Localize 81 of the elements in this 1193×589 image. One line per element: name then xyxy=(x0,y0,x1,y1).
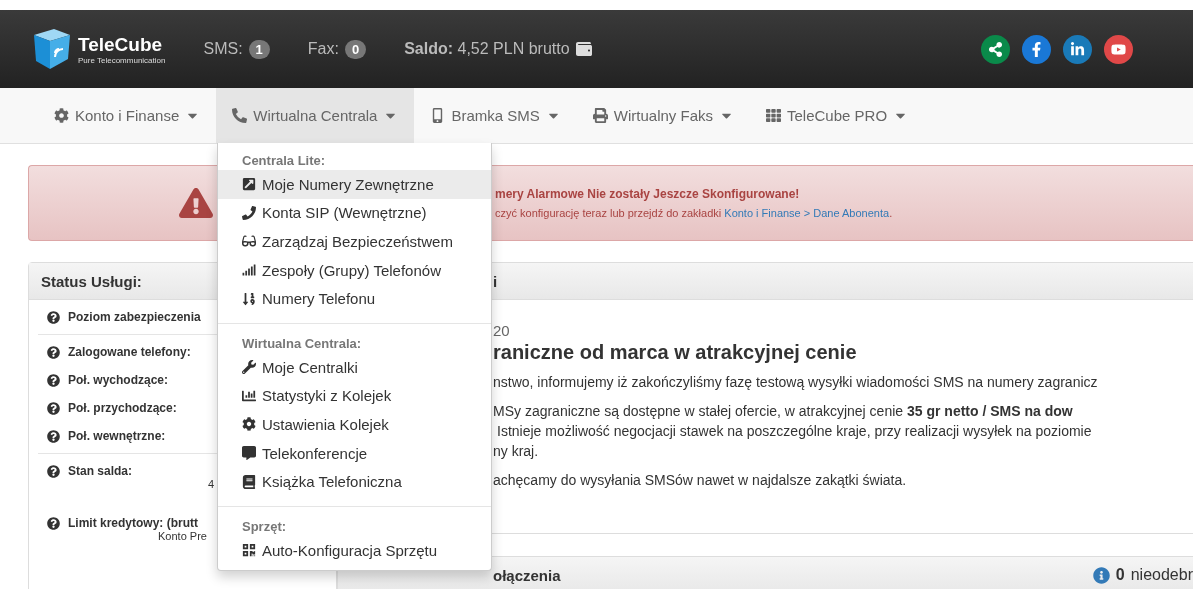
news-text-line: nstwo, informujemy iż zakończyliśmy fazę testową wysyłki wiadomości SMS na numery zagranicz xyxy=(493,373,1099,392)
phone-icon xyxy=(242,205,256,220)
help-icon xyxy=(47,310,60,324)
menu-item[interactable]: Auto-Konfiguracja Sprzętu xyxy=(218,535,491,565)
gear-icon xyxy=(54,108,69,123)
grid-icon xyxy=(766,108,781,123)
status-label: Zalogowane telefony: xyxy=(68,345,191,359)
count-badge: 1 xyxy=(248,39,270,59)
panel-title: Status Usługi: xyxy=(41,272,142,290)
nav-menu-item[interactable]: Wirtualny Faks xyxy=(576,88,750,143)
facebook-button[interactable] xyxy=(1022,34,1051,64)
menu-item[interactable]: Książka Telefoniczna xyxy=(218,467,491,496)
panel-title: i xyxy=(493,272,498,290)
menu-item[interactable]: Moje Numery Zewnętrzne xyxy=(218,170,491,199)
alert-title: mery Alarmowe Nie zostały Jeszcze Skonfigurowane! xyxy=(495,187,801,201)
info-icon xyxy=(1092,566,1110,584)
menu-item[interactable]: Ustawienia Kolejek xyxy=(218,410,491,439)
bars-icon xyxy=(242,263,256,278)
nav-menu-item[interactable]: Wirtualna Centrala xyxy=(216,88,415,143)
balance-text: Saldo: 4,52 PLN brutto xyxy=(404,40,570,58)
help-icon xyxy=(47,464,60,478)
printer-icon xyxy=(592,108,608,123)
menu-item[interactable]: Statystyki z Kolejek xyxy=(218,381,491,411)
book-icon xyxy=(242,474,256,489)
menu-item[interactable]: Moje Centralki xyxy=(218,352,491,382)
qr-code-icon xyxy=(242,543,256,558)
missed-count: 0 xyxy=(1115,566,1125,584)
help-icon xyxy=(47,345,60,359)
news-text-line: Istnieje możliwość negocjacji stawek na poszczególne kraje, przy realizacji wysyłek na poziomie xyxy=(496,422,1093,441)
alert-message: czyć konfigurację teraz lub przejdź do zakładki Konto i Finanse > Dane Abonenta. xyxy=(495,207,893,219)
status-value: Konto Pre xyxy=(158,530,207,542)
wallet-icon xyxy=(575,41,592,57)
facebook-icon xyxy=(1029,41,1044,57)
phone-icon xyxy=(232,108,248,123)
brand-tagline: Pure Telecommunication xyxy=(78,55,166,65)
glasses-icon xyxy=(242,234,256,249)
gear-icon xyxy=(242,417,256,432)
news-date: 20 xyxy=(493,322,511,339)
counter-label: SMS: xyxy=(203,40,243,58)
menu-item[interactable]: Zarządzaj Bezpieczeństwem xyxy=(218,227,491,256)
count-badge: 0 xyxy=(344,39,367,59)
news-text-line: MSy zagraniczne są dostępne w stałej ofercie, w atrakcyjnej cenie 35 gr netto / SMS na dow xyxy=(493,402,1074,421)
news-text-line: ny kraj. xyxy=(493,442,540,461)
nav-menu-item[interactable]: Bramka SMS xyxy=(414,88,577,143)
status-label: Poziom zabezpieczenia xyxy=(68,310,201,324)
status-label: Poł. przychodzące: xyxy=(68,401,177,415)
wrench-icon xyxy=(242,360,256,375)
bar-chart-icon xyxy=(242,388,256,403)
help-icon xyxy=(47,401,60,415)
help-icon xyxy=(47,516,60,530)
warning-icon xyxy=(179,186,213,220)
news-headline: raniczne od marca w atrakcyjnej cenie xyxy=(493,341,858,364)
panel-title: ołączenia xyxy=(493,566,561,584)
brand-name: TeleCube xyxy=(78,33,164,56)
menu-section-heading: Wirtualna Centrala: xyxy=(241,334,363,353)
menu-item[interactable]: Telekonferencje xyxy=(218,438,491,468)
nav-menu-item[interactable]: Konto i Finanse xyxy=(38,88,217,143)
menu-item[interactable]: Zespoły (Grupy) Telefonów xyxy=(218,255,491,285)
counter-label: Fax: xyxy=(307,40,339,58)
sort-numbers-icon xyxy=(242,291,256,306)
status-label: Limit kredytowy: (brutt xyxy=(68,516,198,530)
external-link-icon xyxy=(242,177,256,192)
linkedin-button[interactable] xyxy=(1063,34,1092,64)
linkedin-icon xyxy=(1070,41,1085,57)
nav-menu-item[interactable]: TeleCube PRO xyxy=(750,88,925,143)
status-label: Poł. wewnętrzne: xyxy=(68,429,166,443)
news-text-line: achęcamy do wysyłania SMSów nawet w najdalsze zakątki świata. xyxy=(493,471,908,490)
status-label: Stan salda: xyxy=(68,464,133,478)
missed-label: nieodebr xyxy=(1130,566,1193,584)
youtube-button[interactable] xyxy=(1104,34,1133,64)
menu-item[interactable]: Konta SIP (Wewnętrzne) xyxy=(218,198,491,228)
speech-bubble-icon xyxy=(242,446,256,461)
share-icon xyxy=(988,41,1003,57)
help-icon xyxy=(47,429,60,443)
status-label: Poł. wychodzące: xyxy=(68,373,169,387)
menu-item[interactable]: Numery Telefonu xyxy=(218,284,491,313)
menu-section-heading: Sprzęt: xyxy=(241,517,288,536)
share-button[interactable] xyxy=(981,34,1010,64)
menu-section-heading: Centrala Lite: xyxy=(241,152,327,170)
status-value: 4 xyxy=(208,478,215,490)
help-icon xyxy=(47,373,60,387)
